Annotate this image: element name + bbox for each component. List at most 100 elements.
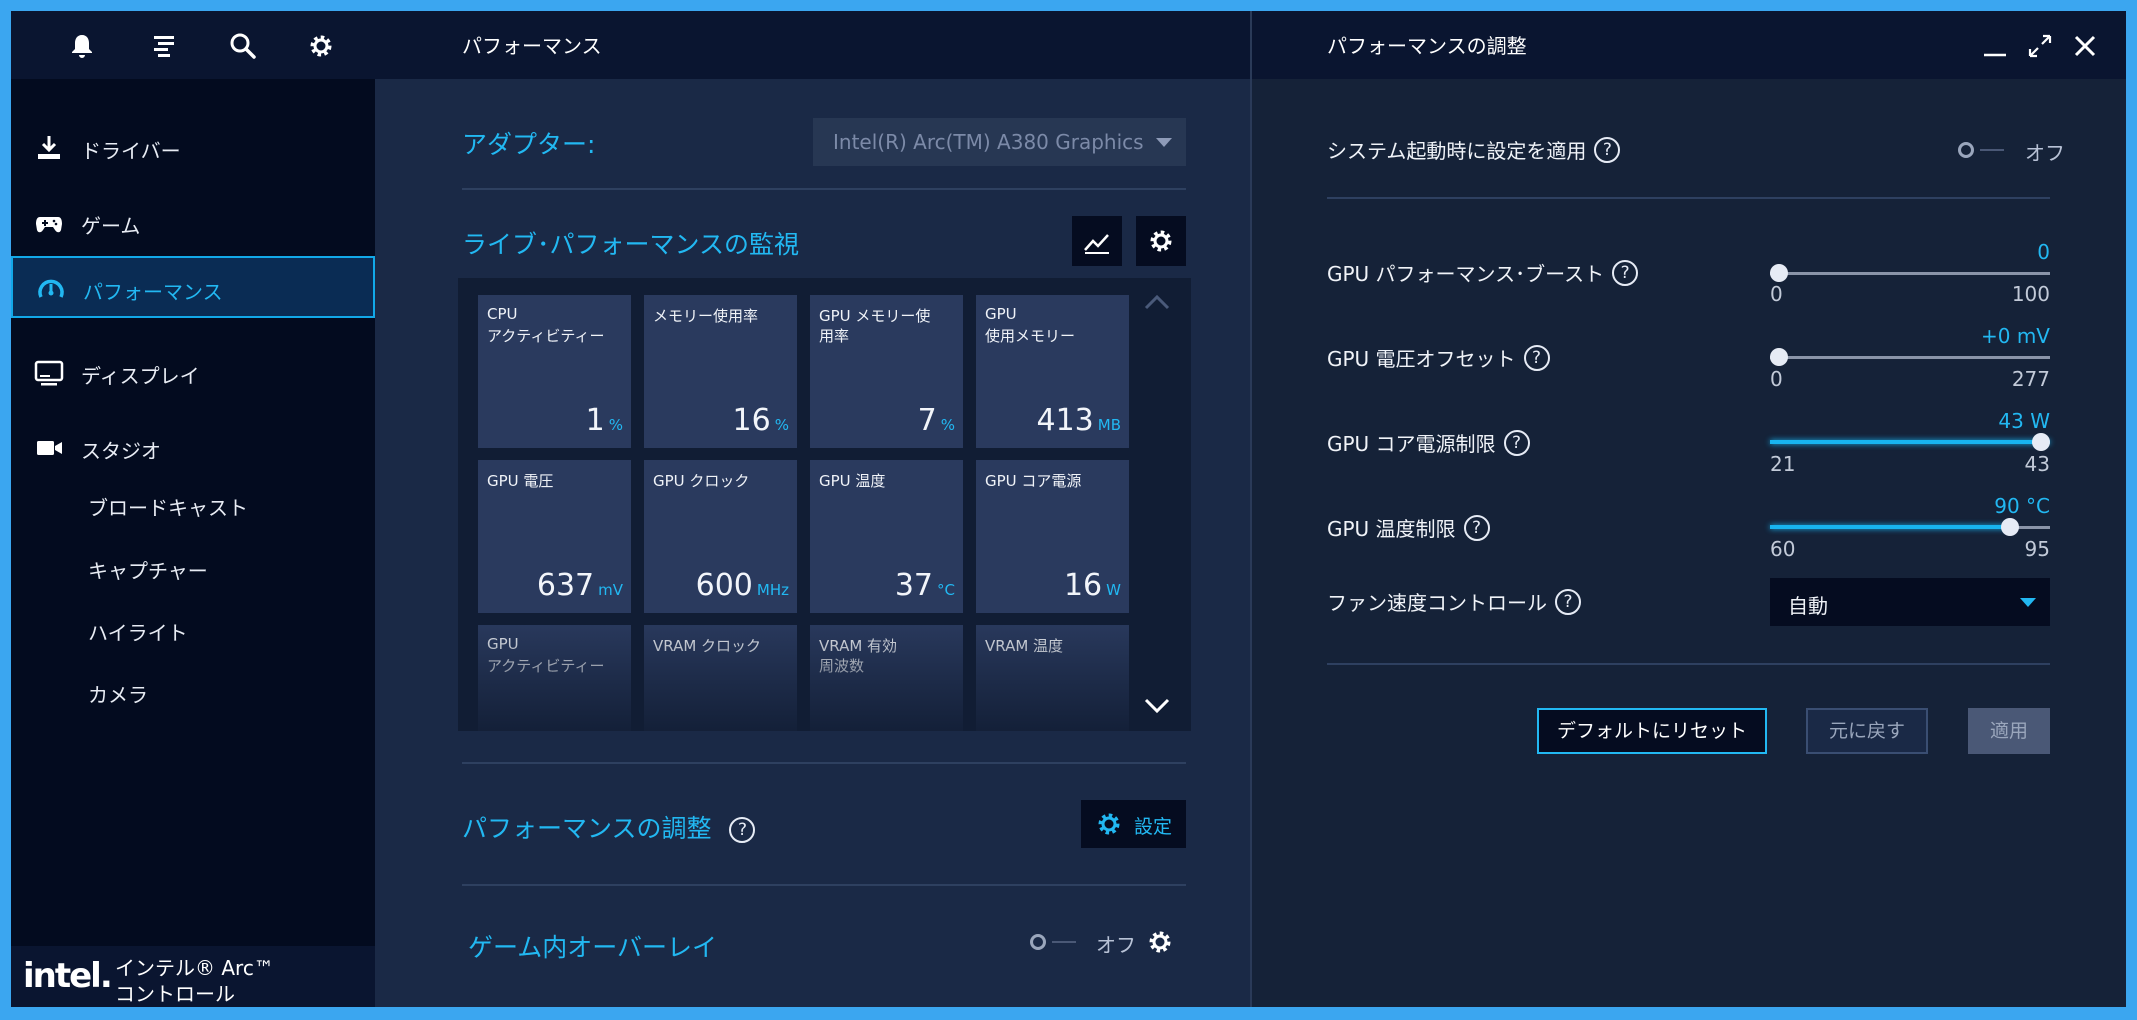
maximize-button[interactable] xyxy=(2025,31,2055,61)
sidebar-item-label: ドライバー xyxy=(81,139,181,163)
metric-label: GPU クロック xyxy=(653,472,750,490)
help-icon[interactable]: ? xyxy=(1555,588,1581,615)
chevron-down-icon xyxy=(1144,698,1170,714)
sidebar-subitem-broadcast[interactable]: ブロードキャスト xyxy=(88,492,248,521)
gear-icon[interactable] xyxy=(303,28,339,64)
metric-tile: GPU 電圧 637 mV xyxy=(478,460,631,613)
metric-tile: VRAM 温度 xyxy=(976,625,1129,731)
toggle-track xyxy=(1980,149,2004,151)
slider-thumb[interactable] xyxy=(2001,518,2019,536)
metric-label: GPU xyxy=(487,635,519,653)
metric-label: VRAM 有効 xyxy=(819,637,898,655)
adapter-select-value: Intel(R) Arc(TM) A380 Graphics xyxy=(833,130,1144,154)
metric-label: GPU 電圧 xyxy=(487,472,554,490)
divider xyxy=(1327,663,2050,665)
slider-fill xyxy=(1770,525,2010,529)
chevron-down-icon xyxy=(1156,138,1172,147)
metric-label: メモリー使用率 xyxy=(653,307,759,325)
sidebar-item-label: パフォーマンス xyxy=(83,280,223,304)
metric-number: 600 xyxy=(695,568,753,603)
help-icon[interactable]: ? xyxy=(1503,429,1530,456)
reset-default-button[interactable]: デフォルトにリセット xyxy=(1537,708,1767,754)
slider-thumb[interactable] xyxy=(2032,433,2050,451)
power-limit-slider[interactable] xyxy=(1770,432,2050,452)
sidebar-item-games[interactable]: ゲーム xyxy=(11,192,375,254)
adapter-select[interactable]: Intel(R) Arc(TM) A380 Graphics xyxy=(813,118,1186,166)
graph-view-button[interactable] xyxy=(1072,216,1122,266)
toggle-knob xyxy=(1958,142,1974,158)
sidebar-item-performance[interactable]: パフォーマンス xyxy=(11,256,375,318)
settings-button-label: 設定 xyxy=(1134,816,1173,838)
tuning-title-text: パフォーマンスの調整 xyxy=(462,814,712,843)
metric-value: 16 W xyxy=(1064,568,1121,603)
bell-icon[interactable] xyxy=(64,28,100,64)
slider-max: 43 xyxy=(2024,452,2050,476)
fan-speed-select[interactable]: 自動 xyxy=(1770,578,2050,626)
camera-icon xyxy=(33,432,65,464)
metric-tile: GPU クロック 600 MHz xyxy=(644,460,797,613)
tuning-settings-button[interactable]: 設定 xyxy=(1081,800,1186,848)
metric-unit: % xyxy=(608,416,623,434)
help-icon[interactable]: ? xyxy=(1463,514,1490,541)
monitor-settings-button[interactable] xyxy=(1136,216,1186,266)
metric-value: 600 MHz xyxy=(696,568,789,603)
slider-thumb[interactable] xyxy=(1770,264,1788,282)
sidebar-item-display[interactable]: ディスプレイ xyxy=(11,342,375,404)
list-menu-icon[interactable] xyxy=(146,28,182,64)
close-button[interactable] xyxy=(2070,31,2100,61)
voltage-offset-slider[interactable] xyxy=(1770,347,2050,367)
live-metrics-grid[interactable]: CPU アクティビティー 1% メモリー使用率 16% GPU メモリー使 用率… xyxy=(458,278,1191,731)
gear-icon xyxy=(1149,931,1171,953)
scroll-down-button[interactable] xyxy=(1142,696,1172,716)
slider-label-text: GPU パフォーマンス･ブースト xyxy=(1327,262,1605,286)
sidebar: ドライバー ゲーム パフォーマンス ディスプレイ スタジオ ブロードキャスト キ… xyxy=(11,11,375,1007)
metric-label-2: アクティビティー xyxy=(487,327,605,345)
minimize-button[interactable] xyxy=(1980,31,2010,61)
metric-label-2: 周波数 xyxy=(819,657,865,675)
sidebar-item-studio[interactable]: スタジオ xyxy=(11,417,375,479)
slider-rail xyxy=(1770,356,2050,359)
gpu-boost-slider[interactable] xyxy=(1770,263,2050,283)
temp-limit-slider[interactable] xyxy=(1770,517,2050,537)
sidebar-item-driver[interactable]: ドライバー xyxy=(11,117,375,179)
revert-button[interactable]: 元に戻す xyxy=(1806,708,1928,754)
help-icon[interactable]: ? xyxy=(729,817,756,843)
metric-label: VRAM クロック xyxy=(653,637,762,655)
overlay-settings-button[interactable] xyxy=(1135,917,1185,967)
toggle-track xyxy=(1052,941,1076,943)
scroll-up-button[interactable] xyxy=(1142,292,1172,312)
metric-unit: mV xyxy=(598,581,623,599)
slider-min: 21 xyxy=(1770,452,1796,476)
metric-value: 7% xyxy=(918,403,955,438)
tuning-panel-header: パフォーマンスの調整 xyxy=(1252,11,2126,79)
chevron-down-icon xyxy=(2020,598,2036,607)
apply-on-boot-toggle[interactable] xyxy=(1958,140,2012,160)
download-icon xyxy=(33,132,65,164)
metric-label: CPU xyxy=(487,305,518,323)
slider-value: +0 mV xyxy=(1980,324,2050,348)
sidebar-subitem-highlight[interactable]: ハイライト xyxy=(88,617,188,646)
slider-label-text: GPU コア電源制限 xyxy=(1327,432,1496,456)
divider xyxy=(1327,197,2050,199)
slider-min: 0 xyxy=(1770,367,1783,391)
metric-label-2: アクティビティー xyxy=(487,657,605,675)
metric-number: 16 xyxy=(1063,568,1103,603)
metric-number: 16 xyxy=(732,403,771,438)
gauge-icon xyxy=(35,273,67,305)
divider xyxy=(462,884,1186,886)
help-icon[interactable]: ? xyxy=(1594,136,1621,163)
slider-min: 0 xyxy=(1770,282,1783,306)
overlay-toggle[interactable] xyxy=(1030,932,1084,952)
performance-panel: パフォーマンス アダプター: Intel(R) Arc(TM) A380 Gra… xyxy=(375,11,1250,1007)
apply-button[interactable]: 適用 xyxy=(1968,708,2050,754)
metric-unit: % xyxy=(774,416,789,434)
metric-value: 16% xyxy=(733,403,789,438)
sidebar-subitem-capture[interactable]: キャプチャー xyxy=(88,555,208,584)
sidebar-subitem-camera[interactable]: カメラ xyxy=(88,679,148,708)
search-icon[interactable] xyxy=(225,28,261,64)
metric-unit: % xyxy=(940,416,955,434)
help-icon[interactable]: ? xyxy=(1612,259,1639,286)
help-icon[interactable]: ? xyxy=(1523,344,1550,371)
slider-fill xyxy=(1770,440,2050,444)
slider-thumb[interactable] xyxy=(1770,348,1788,366)
